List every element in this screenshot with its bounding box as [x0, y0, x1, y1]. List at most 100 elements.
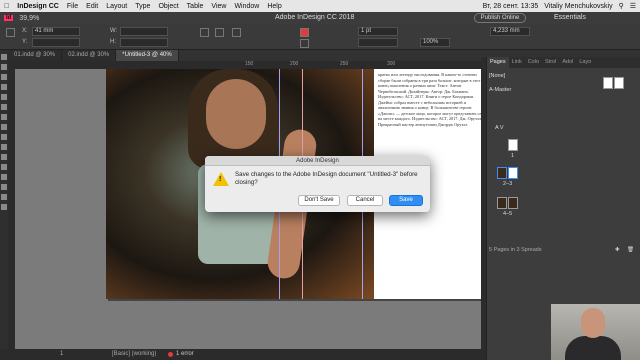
ruler-tick: 150	[245, 61, 254, 67]
spread-4-5-label: 4–5	[503, 211, 513, 217]
webcam-person-body	[565, 336, 621, 360]
note-tool-icon[interactable]	[1, 174, 7, 180]
zoom-level[interactable]: 39,9%	[19, 15, 39, 22]
page-tool-icon[interactable]	[1, 74, 7, 80]
webcam-person-head	[581, 308, 605, 338]
delete-page-icon[interactable]: 🗑	[627, 247, 634, 253]
menubar-status: Вт, 28 сент. 13:35 Vitaliy Menchukovskiy…	[483, 2, 636, 11]
menu-edit[interactable]: Edit	[86, 3, 98, 10]
spread-2-3-label: 2–3	[503, 181, 513, 187]
menu-help[interactable]: Help	[267, 3, 281, 10]
fill-swatch-icon[interactable]	[300, 28, 309, 37]
stroke-type-field[interactable]	[358, 38, 398, 47]
page-thumb-1[interactable]	[508, 139, 518, 151]
pen-tool-icon[interactable]	[1, 104, 7, 110]
app-menu[interactable]: InDesign CC	[17, 3, 59, 10]
vertical-ruler[interactable]	[8, 61, 15, 349]
free-transform-tool-icon[interactable]	[1, 154, 7, 160]
tab-links[interactable]: Link	[509, 57, 525, 68]
hand-tool-icon[interactable]	[1, 194, 7, 200]
rectangle-frame-tool-icon[interactable]	[1, 124, 7, 130]
gradient-tool-icon[interactable]	[1, 164, 7, 170]
menu-file[interactable]: File	[67, 3, 78, 10]
a-master-label[interactable]: A-Master	[489, 87, 511, 93]
scissors-tool-icon[interactable]	[1, 144, 7, 150]
indesign-logo: Id	[4, 15, 14, 21]
ruler-tick: 300	[387, 61, 396, 67]
dialog-message: Save changes to the Adobe InDesign docum…	[235, 171, 418, 186]
h-field[interactable]	[120, 38, 168, 47]
clock[interactable]: Вт, 28 сент. 13:35	[483, 3, 539, 10]
preflight-profile[interactable]: [Basic] (working)	[112, 349, 156, 360]
menu-view[interactable]: View	[211, 3, 226, 10]
opacity-field[interactable]: 100%	[420, 38, 450, 47]
menu-object[interactable]: Object	[158, 3, 178, 10]
rectangle-tool-icon[interactable]	[1, 134, 7, 140]
cancel-button[interactable]: Cancel	[347, 195, 383, 206]
tab-untitled-3[interactable]: *Untitled-3 @ 40%	[116, 50, 179, 61]
tab-color[interactable]: Colo	[525, 57, 542, 68]
x-label: X:	[22, 28, 28, 34]
page-thumb-5[interactable]	[508, 197, 518, 209]
eyedropper-tool-icon[interactable]	[1, 184, 7, 190]
menu-list-icon[interactable]: ☰	[630, 2, 636, 10]
page-number-field[interactable]: 1	[60, 351, 63, 357]
selection-tool-icon[interactable]	[1, 54, 7, 60]
stroke-weight-field[interactable]: 1 pt	[358, 27, 398, 36]
photo-face	[206, 79, 266, 149]
dialog-title: Adobe InDesign	[205, 156, 430, 166]
search-icon[interactable]: ⚲	[619, 2, 624, 10]
page-thumb-2[interactable]	[497, 167, 507, 179]
menu-type[interactable]: Type	[135, 3, 150, 10]
tab-02-indd[interactable]: 02.indd @ 30%	[62, 50, 117, 61]
zoom-tool-icon[interactable]	[1, 204, 7, 210]
line-tool-icon[interactable]	[1, 94, 7, 100]
workspace-switcher[interactable]: Essentials	[554, 14, 586, 21]
user-name[interactable]: Vitaliy Menchukovskiy	[544, 3, 612, 10]
master-thumb-left[interactable]	[603, 77, 613, 89]
apple-menu-icon[interactable]: 	[4, 3, 9, 10]
tab-layers[interactable]: Layo	[576, 57, 594, 68]
menu-table[interactable]: Table	[187, 3, 204, 10]
save-button[interactable]: Save	[389, 195, 423, 206]
error-count[interactable]: 1 error	[176, 349, 194, 360]
direct-selection-tool-icon[interactable]	[1, 64, 7, 70]
dont-save-button[interactable]: Don't Save	[298, 195, 340, 206]
app-title: Adobe InDesign CC 2018	[275, 14, 355, 21]
reference-point-icon[interactable]	[6, 28, 15, 37]
ruler-tick: 200	[290, 61, 299, 67]
page-thumb-3[interactable]	[508, 167, 518, 179]
document-tabs: 01.indd @ 30% 02.indd @ 30% *Untitled-3 …	[8, 50, 179, 61]
control-panel: X: 41 mm Y: W: H: 1 pt 100% 4,233 mm	[0, 24, 640, 50]
status-bar: 1 [Basic] (working) 1 error	[0, 349, 486, 360]
tab-stroke[interactable]: Strol	[542, 57, 559, 68]
page-view-label[interactable]: A V	[495, 125, 504, 131]
menu-layout[interactable]: Layout	[106, 3, 127, 10]
w-label: W:	[110, 28, 118, 34]
none-master-label[interactable]: [None]	[489, 73, 505, 79]
tab-adobe[interactable]: Adol	[559, 57, 576, 68]
pencil-tool-icon[interactable]	[1, 114, 7, 120]
type-tool-icon[interactable]	[1, 84, 7, 90]
flip-icon[interactable]	[232, 28, 241, 37]
page-thumb-4[interactable]	[497, 197, 507, 209]
rotate-icon[interactable]	[215, 28, 224, 37]
horizontal-ruler[interactable]: 150 200 250 300	[15, 61, 481, 69]
stroke-swatch-icon[interactable]	[300, 39, 309, 48]
tab-pages[interactable]: Pages	[487, 57, 509, 68]
master-thumb-right[interactable]	[614, 77, 624, 89]
size-field[interactable]: 4,233 mm	[490, 27, 530, 36]
w-field[interactable]	[120, 27, 168, 36]
menu-window[interactable]: Window	[234, 3, 259, 10]
tab-01-indd[interactable]: 01.indd @ 30%	[8, 50, 63, 61]
panel-tabs: Pages Link Colo Strol Adol Layo	[487, 57, 640, 68]
y-label: Y:	[22, 39, 28, 45]
x-field[interactable]: 41 mm	[32, 27, 80, 36]
webcam-overlay	[551, 304, 640, 360]
new-page-icon[interactable]: ✚	[615, 247, 620, 253]
y-field[interactable]	[32, 38, 80, 47]
publish-online-button[interactable]: Publish Online	[474, 13, 526, 23]
error-dot-icon	[168, 352, 173, 357]
constrain-proportions-icon[interactable]	[200, 28, 209, 37]
h-label: H:	[110, 39, 116, 45]
